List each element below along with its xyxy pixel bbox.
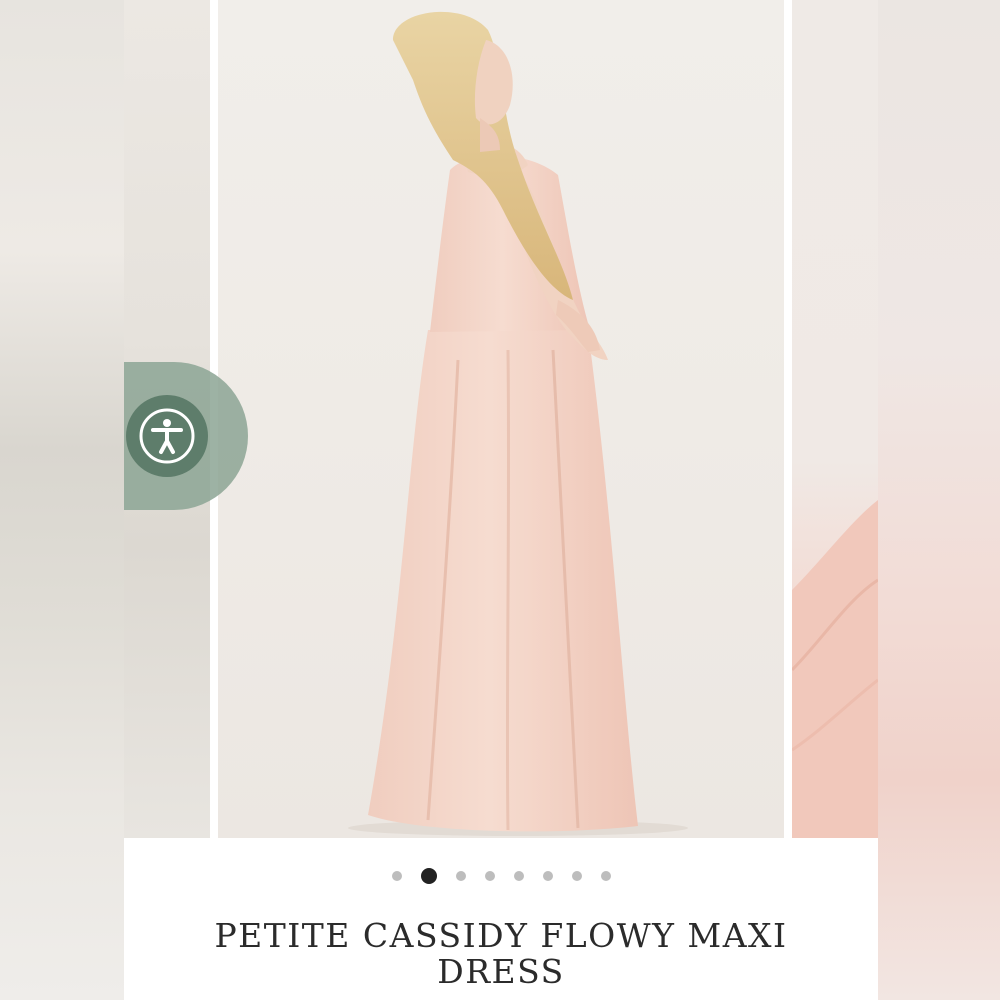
carousel-dot[interactable]: [571, 871, 582, 881]
carousel-dot[interactable]: [513, 871, 524, 881]
carousel-dot[interactable]: [484, 871, 495, 881]
accessibility-icon: [139, 408, 195, 464]
carousel-slide-next[interactable]: [792, 0, 878, 838]
carousel-dot[interactable]: [420, 868, 437, 884]
carousel-dot[interactable]: [391, 871, 402, 881]
accessibility-button-core: [126, 395, 208, 477]
carousel-dot[interactable]: [542, 871, 553, 881]
next-slide-fabric: [792, 500, 878, 838]
product-photo: [348, 11, 688, 836]
carousel-dot[interactable]: [600, 871, 611, 881]
video-blur-border-right: [878, 0, 1000, 1000]
carousel-pagination: [124, 866, 878, 886]
carousel-slide-current[interactable]: [218, 0, 784, 838]
product-title: PETITE CASSIDY FLOWY MAXI DRESS: [214, 916, 788, 991]
product-page: PETITE CASSIDY FLOWY MAXI DRESS: [124, 0, 878, 1000]
video-blur-border-left: [0, 0, 124, 1000]
carousel-dot[interactable]: [455, 871, 466, 881]
